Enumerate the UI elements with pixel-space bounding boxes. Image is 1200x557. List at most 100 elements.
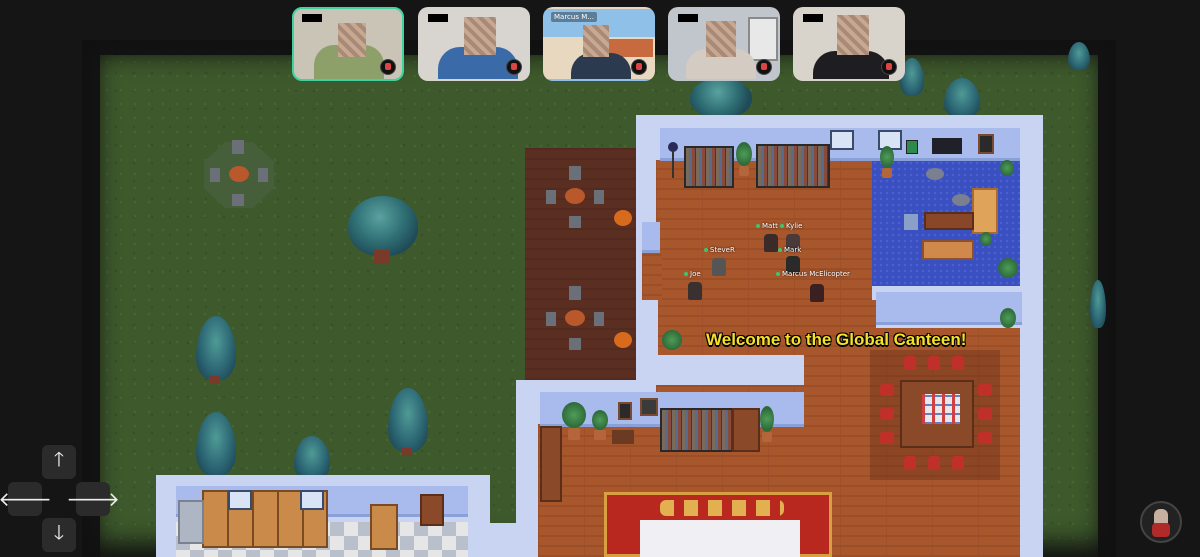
potted-plant bbox=[880, 146, 894, 168]
video-tile[interactable] bbox=[793, 7, 905, 81]
avatar-icon bbox=[631, 59, 647, 75]
arrow-down-button[interactable]: 🡓 bbox=[42, 518, 76, 552]
player-name: SteveR bbox=[710, 246, 735, 254]
side-wall bbox=[642, 222, 660, 253]
game-map[interactable]: Matt Kylie Mark SteveR Joe Marcus McElic… bbox=[0, 0, 1200, 557]
window bbox=[300, 490, 324, 510]
player-name: Kylie bbox=[786, 222, 803, 230]
potted-plant bbox=[980, 232, 992, 246]
blurred-face bbox=[837, 15, 869, 55]
chair bbox=[569, 286, 581, 300]
red-chair bbox=[880, 408, 894, 420]
chair bbox=[210, 168, 220, 182]
welcome-sign: Welcome to the Global Canteen! bbox=[706, 330, 967, 349]
arrow-up-button[interactable]: 🡑 bbox=[42, 445, 76, 479]
name-redaction bbox=[803, 14, 823, 22]
player-label: Marcus McElicopter bbox=[776, 270, 850, 278]
chair bbox=[232, 140, 244, 154]
chair bbox=[569, 338, 581, 350]
red-chair bbox=[952, 356, 964, 370]
player-name: Mark bbox=[784, 246, 802, 254]
arrow-left-icon: 🡐 bbox=[0, 487, 52, 511]
coffee-table bbox=[924, 212, 974, 230]
window bbox=[228, 490, 252, 510]
tree bbox=[348, 196, 418, 256]
red-chair bbox=[978, 384, 992, 396]
banquet-chairs bbox=[660, 500, 784, 516]
person-silhouette bbox=[813, 51, 889, 79]
picture-frame bbox=[978, 134, 994, 154]
plant-pot bbox=[568, 428, 580, 440]
picture-frame bbox=[906, 140, 918, 154]
player-avatar[interactable] bbox=[712, 258, 726, 276]
sofa bbox=[972, 188, 998, 234]
interior-wall bbox=[636, 300, 658, 360]
tree-trunk bbox=[374, 250, 390, 264]
chair bbox=[258, 168, 268, 182]
banquet-table bbox=[640, 520, 800, 557]
tree-trunk bbox=[402, 448, 412, 456]
plant-pot bbox=[762, 432, 772, 442]
avatar-icon bbox=[756, 59, 772, 75]
presence-dot bbox=[756, 224, 760, 228]
window bbox=[830, 130, 854, 150]
red-chair bbox=[904, 356, 916, 370]
player-label: Mark bbox=[778, 246, 801, 254]
red-chair bbox=[880, 432, 894, 444]
cabinet bbox=[540, 426, 562, 502]
presence-dot bbox=[776, 272, 780, 276]
presence-dot bbox=[778, 248, 782, 252]
potted-plant bbox=[592, 410, 608, 430]
player-name: Joe bbox=[690, 270, 701, 278]
picture-frame bbox=[618, 402, 632, 420]
video-tile[interactable] bbox=[292, 7, 404, 81]
avatar-icon bbox=[380, 59, 396, 75]
presence-dot bbox=[684, 272, 688, 276]
chair bbox=[569, 166, 581, 180]
potted-plant bbox=[1000, 308, 1016, 328]
avatar-body bbox=[1152, 523, 1170, 537]
board-game bbox=[922, 394, 960, 424]
player-name: Matt bbox=[762, 222, 778, 230]
plant-pot bbox=[882, 168, 892, 178]
tree bbox=[690, 78, 752, 118]
armchair bbox=[904, 214, 918, 230]
player-label: Joe bbox=[684, 270, 701, 278]
pumpkin-table bbox=[229, 166, 249, 182]
video-tile[interactable] bbox=[668, 7, 780, 81]
player-avatar[interactable] bbox=[764, 234, 778, 252]
chair bbox=[232, 194, 244, 206]
pumpkin bbox=[614, 332, 632, 348]
player-avatar[interactable] bbox=[810, 284, 824, 302]
chair bbox=[594, 190, 604, 204]
bookshelf bbox=[684, 146, 734, 188]
round-table bbox=[565, 310, 585, 326]
potted-plant bbox=[562, 402, 586, 428]
player-avatar[interactable] bbox=[688, 282, 702, 300]
side-table bbox=[952, 194, 970, 206]
bookshelf bbox=[756, 144, 830, 188]
red-chair bbox=[880, 384, 894, 396]
lobby-floor bbox=[642, 250, 662, 306]
player-name: Marcus McElicopter bbox=[782, 270, 850, 278]
chair bbox=[546, 190, 556, 204]
arrow-right-button[interactable]: 🡒 bbox=[66, 482, 120, 516]
self-avatar-button[interactable] bbox=[1140, 501, 1182, 543]
video-tile[interactable]: Marcus M... bbox=[543, 7, 655, 81]
player-label: Kylie bbox=[780, 222, 802, 230]
red-chair bbox=[978, 408, 992, 420]
arrow-down-icon: 🡓 bbox=[53, 520, 65, 544]
red-chair bbox=[978, 432, 992, 444]
pine-tree bbox=[1068, 42, 1090, 70]
red-chair bbox=[928, 356, 940, 370]
sofa bbox=[922, 240, 974, 260]
red-chair bbox=[904, 456, 916, 470]
potted-plant bbox=[662, 330, 682, 350]
picture-frame bbox=[640, 398, 658, 416]
side-table bbox=[926, 168, 944, 180]
video-tile[interactable] bbox=[418, 7, 530, 81]
blurred-face bbox=[338, 23, 366, 57]
round-table bbox=[565, 188, 585, 204]
player-label: SteveR bbox=[704, 246, 735, 254]
arrow-left-button[interactable]: 🡐 bbox=[0, 482, 52, 516]
